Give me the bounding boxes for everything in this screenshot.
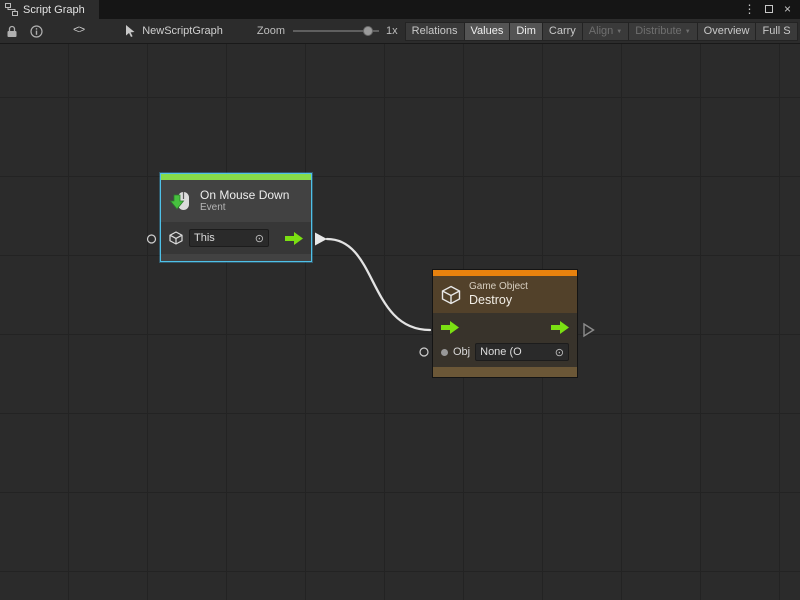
code-icon[interactable]: <> (73, 25, 84, 37)
graph-selector[interactable]: NewScriptGraph (124, 24, 223, 38)
target-dropdown[interactable]: This ⊙ (189, 229, 269, 247)
toolbar-buttons: Relations Values Dim Carry Align ▼ Distr… (406, 22, 798, 41)
graph-canvas[interactable]: On Mouse Down Event This ⊙ (0, 44, 800, 600)
align-label: Align (589, 25, 613, 37)
script-graph-window: Script Graph ⋮ × <> NewS (0, 0, 800, 600)
object-picker-icon[interactable]: ⊙ (255, 232, 264, 245)
values-button[interactable]: Values (464, 22, 511, 41)
obj-param-label: Obj (453, 346, 470, 358)
window-controls: ⋮ × (741, 0, 800, 19)
destroy-obj-row: Obj None (O ⊙ (441, 343, 569, 361)
chevron-down-icon: ▼ (685, 29, 691, 35)
graph-name: NewScriptGraph (142, 25, 223, 37)
relations-button[interactable]: Relations (405, 22, 465, 41)
fullscreen-button[interactable]: Full S (755, 22, 797, 41)
destroy-flow-row (441, 321, 569, 339)
event-node-footer (161, 254, 311, 261)
target-value: This (194, 232, 215, 244)
destroy-output-port[interactable] (551, 321, 569, 339)
event-node-titles: On Mouse Down Event (200, 188, 289, 214)
destroy-obj-port[interactable] (420, 348, 428, 356)
tab-title: Script Graph (23, 4, 85, 16)
mouse-down-icon (169, 189, 193, 213)
connections-layer (0, 44, 800, 600)
destroy-output-hint-icon[interactable] (584, 324, 594, 336)
destroy-node-title: Destroy (469, 293, 528, 308)
event-node-body: This ⊙ (161, 222, 311, 254)
destroy-node-titles: Game Object Destroy (469, 281, 528, 308)
destroy-node-footer (433, 367, 577, 377)
destroy-node-header[interactable]: Game Object Destroy (433, 276, 577, 313)
lock-icon[interactable] (6, 25, 18, 38)
maximize-icon[interactable] (760, 0, 777, 19)
event-output-port[interactable] (285, 232, 303, 245)
close-icon[interactable]: × (779, 0, 796, 19)
distribute-label: Distribute (635, 25, 681, 37)
event-node-header[interactable]: On Mouse Down Event (161, 180, 311, 222)
destroy-node-category: Game Object (469, 281, 528, 293)
tab-script-graph[interactable]: Script Graph (0, 0, 99, 19)
distribute-button[interactable]: Distribute ▼ (628, 22, 697, 41)
event-node-subtitle: Event (200, 202, 289, 214)
node-on-mouse-down[interactable]: On Mouse Down Event This ⊙ (160, 173, 312, 262)
value-port-dot[interactable] (441, 349, 448, 356)
info-icon[interactable] (30, 25, 43, 38)
node-destroy[interactable]: Game Object Destroy (432, 269, 578, 378)
overview-button[interactable]: Overview (697, 22, 757, 41)
game-object-cube-icon (441, 285, 461, 305)
destroy-node-body: Obj None (O ⊙ (433, 313, 577, 367)
object-picker-icon[interactable]: ⊙ (555, 346, 564, 359)
obj-object-field[interactable]: None (O ⊙ (475, 343, 569, 361)
destroy-input-port[interactable] (441, 321, 459, 339)
titlebar: Script Graph ⋮ × (0, 0, 800, 19)
cube-icon (169, 231, 183, 245)
flow-connection[interactable] (327, 239, 430, 330)
cursor-icon (124, 24, 137, 38)
obj-field-value: None (O (480, 346, 522, 358)
script-graph-icon (5, 3, 18, 16)
connection-arrowhead (315, 233, 327, 246)
align-button[interactable]: Align ▼ (582, 22, 629, 41)
kebab-menu-icon[interactable]: ⋮ (741, 0, 758, 19)
toolbar: <> NewScriptGraph Zoom 1x Relations Valu… (0, 19, 800, 44)
chevron-down-icon: ▼ (616, 29, 622, 35)
zoom-slider[interactable] (293, 25, 379, 37)
event-node-title: On Mouse Down (200, 188, 289, 202)
zoom-slider-knob[interactable] (363, 26, 373, 36)
carry-button[interactable]: Carry (542, 22, 583, 41)
zoom-label: Zoom (257, 25, 285, 37)
event-input-port[interactable] (148, 235, 156, 243)
dim-button[interactable]: Dim (509, 22, 543, 41)
zoom-value: 1x (386, 25, 398, 37)
